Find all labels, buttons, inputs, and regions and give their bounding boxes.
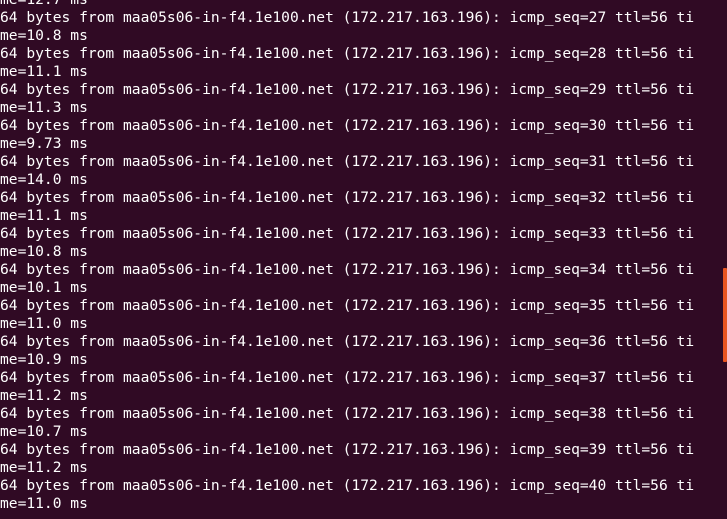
scrollbar-thumb[interactable] bbox=[723, 268, 727, 362]
terminal-line: me=10.7 ms bbox=[0, 423, 88, 440]
terminal-line: me=11.1 ms bbox=[0, 207, 88, 224]
terminal-line: 64 bytes from maa05s06-in-f4.1e100.net (… bbox=[0, 9, 695, 26]
terminal-line: me=10.8 ms bbox=[0, 243, 88, 260]
terminal-line: me=11.3 ms bbox=[0, 99, 88, 116]
terminal-line: me=14.0 ms bbox=[0, 171, 88, 188]
terminal-line: me=11.0 ms bbox=[0, 315, 88, 332]
terminal-line: 64 bytes from maa05s06-in-f4.1e100.net (… bbox=[0, 189, 695, 206]
terminal-line: me=10.9 ms bbox=[0, 351, 88, 368]
terminal-line: me=11.0 ms bbox=[0, 495, 88, 512]
terminal-line: me=11.1 ms bbox=[0, 63, 88, 80]
terminal-line: 64 bytes from maa05s06-in-f4.1e100.net (… bbox=[0, 153, 695, 170]
terminal-line: me=12.7 ms bbox=[0, 0, 694, 9]
terminal-line: me=10.8 ms bbox=[0, 27, 88, 44]
terminal-line: 64 bytes from maa05s06-in-f4.1e100.net (… bbox=[0, 333, 695, 350]
terminal-line: me=11.2 ms bbox=[0, 387, 88, 404]
scrollbar[interactable] bbox=[723, 0, 727, 519]
terminal-window[interactable]: me=12.7 ms64 bytes from maa05s06-in-f4.1… bbox=[0, 0, 727, 519]
terminal-line: me=10.1 ms bbox=[0, 279, 88, 296]
terminal-line: 64 bytes from maa05s06-in-f4.1e100.net (… bbox=[0, 477, 695, 494]
terminal-line: 64 bytes from maa05s06-in-f4.1e100.net (… bbox=[0, 297, 695, 314]
terminal-line: 64 bytes from maa05s06-in-f4.1e100.net (… bbox=[0, 369, 695, 386]
terminal-line: 64 bytes from maa05s06-in-f4.1e100.net (… bbox=[0, 225, 695, 242]
terminal-line: me=11.2 ms bbox=[0, 459, 88, 476]
terminal-line: 64 bytes from maa05s06-in-f4.1e100.net (… bbox=[0, 405, 695, 422]
terminal-line: 64 bytes from maa05s06-in-f4.1e100.net (… bbox=[0, 117, 695, 134]
terminal-line: me=9.73 ms bbox=[0, 135, 88, 152]
terminal-line: 64 bytes from maa05s06-in-f4.1e100.net (… bbox=[0, 45, 695, 62]
terminal-line: 64 bytes from maa05s06-in-f4.1e100.net (… bbox=[0, 261, 695, 278]
terminal-line: 64 bytes from maa05s06-in-f4.1e100.net (… bbox=[0, 441, 695, 458]
terminal-line: 64 bytes from maa05s06-in-f4.1e100.net (… bbox=[0, 81, 695, 98]
terminal-output[interactable]: me=12.7 ms64 bytes from maa05s06-in-f4.1… bbox=[0, 0, 694, 513]
